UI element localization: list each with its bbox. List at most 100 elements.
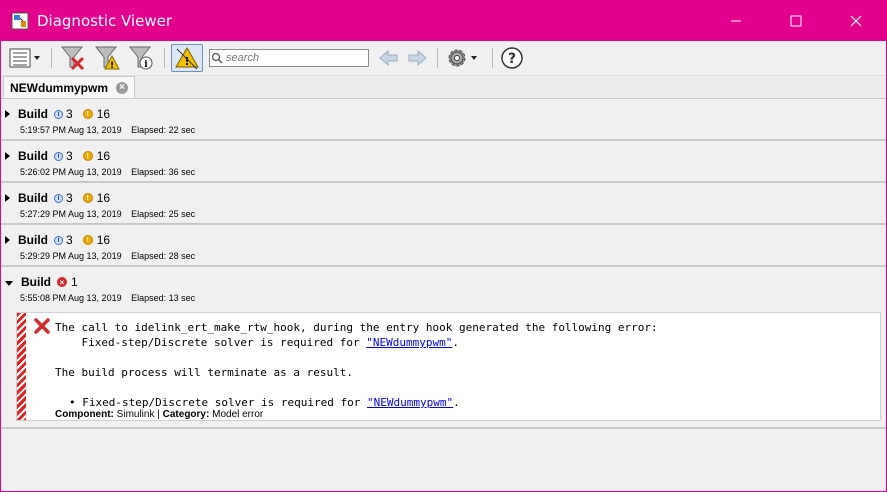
warning-icon: ! — [82, 235, 93, 245]
build-timestamp: 5:19:57 PM Aug 13, 2019 — [20, 125, 122, 135]
collapse-caret-icon[interactable] — [5, 280, 13, 286]
back-arrow-icon — [379, 50, 398, 66]
maximize-button[interactable] — [766, 1, 826, 41]
build-row[interactable]: Build i 3 ! 16 5:26:02 PM Aug 13, 2019 E… — [1, 141, 886, 183]
build-timestamp: 5:27:29 PM Aug 13, 2019 — [20, 209, 122, 219]
error-bullet-text: Fixed-step/Discrete solver is required f… — [82, 396, 368, 409]
filter-errors-icon — [60, 46, 85, 71]
close-button[interactable] — [826, 1, 886, 41]
error-count: 1 — [71, 275, 78, 289]
info-count: 3 — [66, 233, 73, 247]
build-elapsed: Elapsed: 36 sec — [131, 167, 196, 177]
close-icon — [850, 15, 862, 27]
build-timestamp: 5:55:08 PM Aug 13, 2019 — [20, 293, 122, 303]
tab-close-icon[interactable]: × — [116, 81, 129, 94]
forward-button[interactable] — [405, 45, 429, 71]
info-icon: i — [54, 235, 63, 245]
toolbar-separator — [492, 48, 493, 68]
category-value: Model error — [212, 409, 264, 420]
help-icon: ? — [501, 47, 523, 69]
warning-count: 16 — [96, 149, 111, 163]
error-bullet-suffix: . — [453, 396, 460, 409]
warning-icon: ! — [82, 193, 93, 203]
forward-arrow-icon — [408, 50, 427, 66]
component-category-line: Component: Simulink | Category: Model er… — [55, 409, 263, 420]
diagnostic-viewer-window: Diagnostic Viewer ! i ! search ? NEWdumm… — [0, 0, 887, 492]
list-view-icon — [9, 48, 40, 68]
build-label: Build — [21, 275, 51, 289]
error-icon: × — [57, 277, 67, 287]
info-icon: i — [54, 193, 63, 203]
error-line-2-suffix: . — [452, 336, 459, 349]
app-icon — [11, 12, 29, 30]
filter-warnings-icon: ! — [94, 46, 120, 71]
separator: | — [157, 409, 160, 420]
build-elapsed: Elapsed: 22 sec — [131, 125, 196, 135]
filter-errors-button[interactable] — [58, 45, 88, 71]
back-button[interactable] — [377, 45, 401, 71]
list-view-button[interactable] — [7, 45, 43, 71]
error-line-2-text: Fixed-step/Discrete solver is required f… — [55, 336, 367, 349]
error-message-panel: The call to idelink_ert_make_rtw_hook, d… — [16, 312, 881, 421]
search-input[interactable] — [224, 52, 364, 64]
build-row-expanded[interactable]: Build × 1 5:55:08 PM Aug 13, 2019 Elapse… — [1, 267, 886, 429]
build-row[interactable]: Build i 3 ! 16 5:29:29 PM Aug 13, 2019 E… — [1, 225, 886, 267]
tab-label: NEWdummypwm — [10, 80, 109, 95]
error-x-icon — [34, 318, 50, 337]
info-count: 3 — [66, 191, 73, 205]
error-line-3: The build process will terminate as a re… — [55, 366, 354, 379]
warning-icon: ! — [82, 151, 93, 161]
warning-count: 16 — [96, 191, 111, 205]
minimize-icon — [731, 20, 741, 22]
error-stripe — [17, 313, 26, 420]
title-bar[interactable]: Diagnostic Viewer — [1, 1, 886, 41]
error-line-1: The call to idelink_ert_make_rtw_hook, d… — [55, 321, 658, 334]
minimize-button[interactable] — [706, 1, 766, 41]
build-label: Build — [18, 191, 48, 205]
warning-toggle-button[interactable]: ! — [171, 44, 203, 72]
build-timestamp: 5:26:02 PM Aug 13, 2019 — [20, 167, 122, 177]
help-button[interactable]: ? — [499, 45, 525, 71]
info-icon: i — [54, 151, 63, 161]
window-title: Diagnostic Viewer — [37, 12, 172, 30]
model-link[interactable]: "NEWdummypwm" — [367, 396, 453, 409]
filter-warnings-button[interactable]: ! — [92, 45, 122, 71]
build-timestamp: 5:29:29 PM Aug 13, 2019 — [20, 251, 122, 261]
build-label: Build — [18, 149, 48, 163]
settings-gear-icon — [448, 49, 477, 67]
search-icon — [211, 52, 223, 64]
filter-info-icon: i — [128, 46, 153, 70]
info-count: 3 — [66, 149, 73, 163]
build-label: Build — [18, 107, 48, 121]
svg-text:i: i — [144, 60, 148, 70]
build-row[interactable]: Build i 3 ! 16 5:27:29 PM Aug 13, 2019 E… — [1, 183, 886, 225]
build-row[interactable]: Build i 3 ! 16 5:19:57 PM Aug 13, 2019 E… — [1, 99, 886, 141]
maximize-icon — [790, 15, 802, 27]
expand-caret-icon[interactable] — [5, 152, 10, 160]
toolbar-separator — [164, 48, 165, 68]
expand-caret-icon[interactable] — [5, 194, 10, 202]
warning-count: 16 — [96, 107, 111, 121]
settings-button[interactable] — [444, 45, 484, 71]
warning-count: 16 — [96, 233, 111, 247]
component-label: Component: — [55, 409, 114, 420]
toolbar-separator — [51, 48, 52, 68]
info-icon: i — [54, 109, 63, 119]
warning-toggle-icon: ! — [175, 47, 199, 70]
model-link[interactable]: "NEWdummypwm" — [366, 336, 452, 349]
build-elapsed: Elapsed: 13 sec — [131, 293, 196, 303]
build-elapsed: Elapsed: 28 sec — [131, 251, 196, 261]
error-line-2: Fixed-step/Discrete solver is required f… — [55, 336, 459, 349]
svg-text:?: ? — [508, 51, 516, 67]
expand-caret-icon[interactable] — [5, 236, 10, 244]
svg-text:!: ! — [110, 61, 114, 71]
component-value: Simulink — [116, 409, 155, 420]
expand-caret-icon[interactable] — [5, 110, 10, 118]
tab-newdummypwm[interactable]: NEWdummypwm × — [3, 76, 136, 98]
build-label: Build — [18, 233, 48, 247]
toolbar-separator — [437, 48, 438, 68]
search-box[interactable] — [209, 49, 369, 67]
category-label: Category: — [162, 409, 210, 420]
build-list: Build i 3 ! 16 5:19:57 PM Aug 13, 2019 E… — [1, 99, 886, 429]
filter-info-button[interactable]: i — [126, 45, 156, 71]
